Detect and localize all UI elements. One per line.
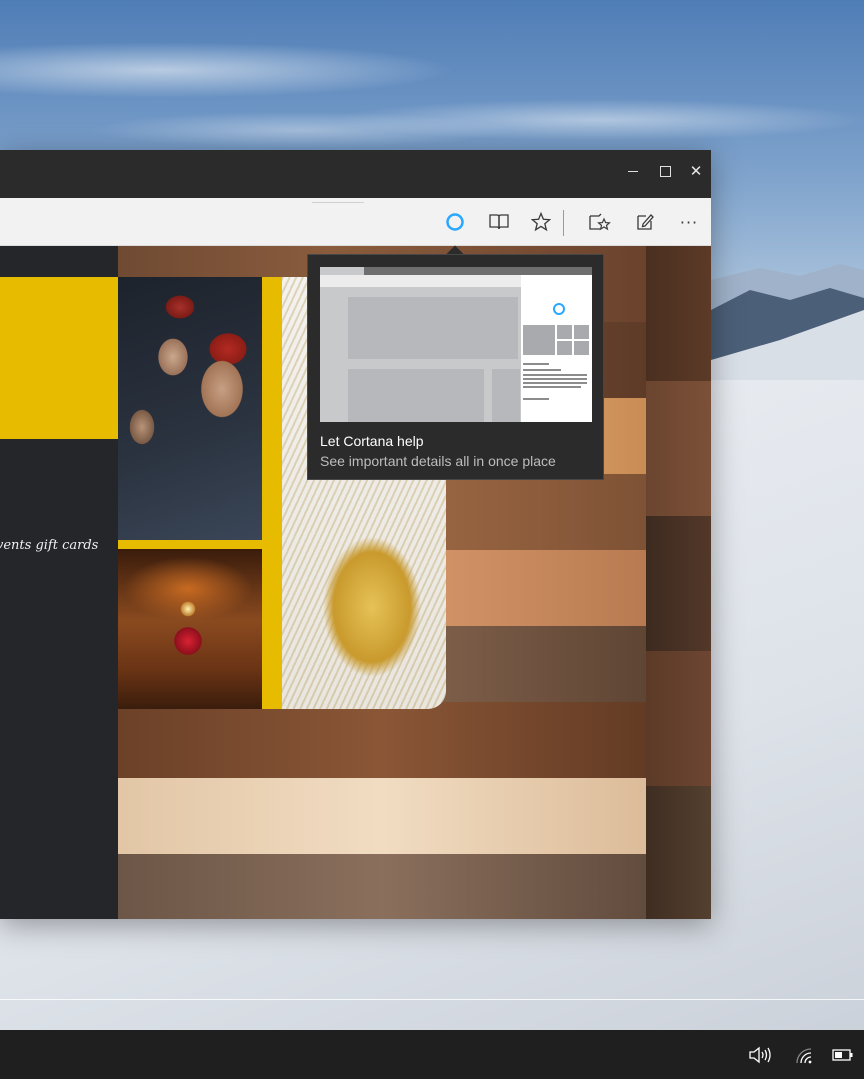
preview-text-line <box>523 386 581 388</box>
site-logo-block <box>0 277 118 439</box>
photo-wooden-figures[interactable] <box>118 277 262 540</box>
cortana-icon <box>446 213 464 231</box>
battery-icon <box>832 1049 853 1061</box>
battery-button[interactable] <box>831 1044 855 1066</box>
close-button[interactable]: ✕ <box>681 156 711 186</box>
favorites-button[interactable] <box>526 208 556 236</box>
minimize-button[interactable] <box>618 156 648 186</box>
volume-button[interactable] <box>748 1044 772 1066</box>
preview-card <box>523 325 555 355</box>
preview-text-line <box>523 378 587 380</box>
wood-plank <box>118 778 646 854</box>
hub-button[interactable] <box>585 208 615 236</box>
reading-view-button[interactable] <box>484 208 514 236</box>
wifi-button[interactable] <box>791 1044 815 1066</box>
cortana-button[interactable] <box>440 208 470 236</box>
title-bar[interactable]: ✕ <box>0 150 711 198</box>
web-note-button[interactable] <box>630 208 660 236</box>
site-sidebar: vents gift cards <box>0 246 118 919</box>
close-icon: ✕ <box>689 162 703 180</box>
tooltip-description: See important details all in once place <box>320 453 556 469</box>
toolbar-separator <box>563 210 564 236</box>
preview-content-block <box>348 297 518 359</box>
preview-card <box>574 341 589 355</box>
preview-text-line <box>523 374 587 376</box>
preview-content-block <box>348 369 484 422</box>
favorites-star-icon <box>531 212 551 232</box>
horizon-line <box>0 999 864 1000</box>
web-note-icon <box>637 214 654 230</box>
address-bar-edge <box>312 202 364 203</box>
tooltip-title: Let Cortana help <box>320 433 424 449</box>
wood-plank <box>646 516 711 651</box>
preview-cortana-ring <box>553 303 565 315</box>
taskbar <box>0 1030 864 1079</box>
more-button[interactable]: ··· <box>674 208 704 236</box>
cortana-preview-illustration <box>320 267 592 422</box>
wood-plank <box>646 246 711 381</box>
preview-card <box>574 325 589 339</box>
wood-plank <box>118 854 646 919</box>
preview-text-line <box>523 363 549 365</box>
wood-plank <box>646 786 711 919</box>
preview-text-line <box>523 382 587 384</box>
browser-toolbar: ··· <box>0 198 711 246</box>
maximize-button[interactable] <box>650 156 680 186</box>
wood-plank <box>646 651 711 786</box>
photo-dining-table[interactable] <box>118 549 262 709</box>
wood-plank <box>646 381 711 516</box>
wood-plank <box>118 702 646 778</box>
volume-icon <box>749 1046 771 1064</box>
reading-view-icon <box>489 214 509 230</box>
preview-content-block <box>492 369 520 422</box>
cortana-tooltip: Let Cortana help See important details a… <box>307 254 604 480</box>
wifi-icon <box>796 1048 812 1064</box>
site-nav-links[interactable]: vents gift cards <box>0 538 116 553</box>
preview-card <box>557 325 572 339</box>
preview-card <box>557 341 572 355</box>
preview-text-line <box>523 369 561 371</box>
more-icon: ··· <box>679 212 699 232</box>
hub-icon <box>589 213 611 231</box>
preview-text-line <box>523 398 549 400</box>
preview-tab <box>320 267 364 275</box>
